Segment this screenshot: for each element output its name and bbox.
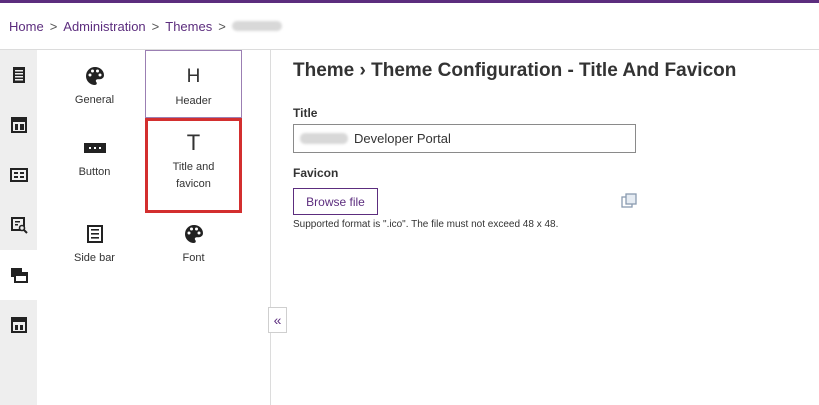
breadcrumb: Home > Administration > Themes >	[9, 17, 282, 35]
tile-label: Header	[175, 95, 212, 107]
search-document-icon	[10, 217, 28, 234]
rail-item-search-docs[interactable]	[0, 200, 37, 250]
card-icon	[9, 168, 28, 182]
tile-header[interactable]: H Header	[145, 50, 242, 118]
rail-item-layout[interactable]	[0, 100, 37, 150]
breadcrumb-separator: >	[49, 18, 58, 34]
tile-label: Font	[182, 252, 205, 264]
theme-settings-panel: General H Header Button T Title and favi…	[37, 50, 270, 405]
tile-title-and-favicon[interactable]: T Title and favicon	[145, 118, 242, 213]
top-accent-bar	[0, 0, 819, 3]
breadcrumb-home[interactable]: Home	[9, 19, 44, 34]
layout-icon	[10, 117, 27, 133]
sidebar-icon	[86, 222, 103, 246]
rail-item-themes[interactable]	[0, 250, 37, 300]
breadcrumb-separator: >	[218, 18, 226, 34]
rail-item-window[interactable]	[0, 300, 37, 350]
heading-icon: H	[186, 66, 201, 87]
copy-icon[interactable]	[621, 193, 637, 209]
tile-side-bar[interactable]: Side bar	[46, 208, 143, 276]
palette-icon	[85, 64, 105, 88]
breadcrumb-redacted-theme-name[interactable]	[231, 21, 282, 31]
favicon-format-hint: Supported format is ".ico". The file mus…	[293, 219, 559, 230]
title-input-value: Developer Portal	[354, 131, 451, 146]
left-icon-rail	[0, 50, 37, 405]
window-icon	[10, 317, 27, 333]
title-field-label: Title	[293, 106, 318, 120]
theme-icon	[10, 268, 28, 283]
tile-button[interactable]: Button	[46, 122, 143, 190]
favicon-field-label: Favicon	[293, 166, 339, 180]
tile-font[interactable]: Font	[145, 208, 242, 276]
tile-label: Title and favicon	[172, 161, 215, 190]
title-input[interactable]: Developer Portal	[293, 124, 636, 153]
tile-label: Button	[78, 166, 111, 178]
browse-file-button[interactable]: Browse file	[293, 188, 378, 215]
tile-general[interactable]: General	[46, 50, 143, 118]
list-document-icon	[12, 67, 25, 83]
redacted-company-name	[300, 133, 348, 144]
breadcrumb-administration[interactable]: Administration	[63, 19, 145, 34]
button-icon	[83, 136, 106, 160]
double-chevron-left-icon: «	[273, 312, 282, 328]
rail-item-cards[interactable]	[0, 150, 37, 200]
page-title: Theme › Theme Configuration - Title And …	[293, 60, 737, 81]
panel-divider	[270, 50, 271, 405]
rail-item-documents[interactable]	[0, 50, 37, 100]
breadcrumb-separator: >	[151, 18, 160, 34]
tile-label: Side bar	[74, 252, 115, 264]
tile-label: General	[74, 94, 115, 106]
palette-icon	[184, 222, 204, 246]
breadcrumb-themes[interactable]: Themes	[165, 19, 212, 34]
text-icon: T	[186, 130, 201, 155]
collapse-panel-button[interactable]: «	[268, 307, 287, 333]
